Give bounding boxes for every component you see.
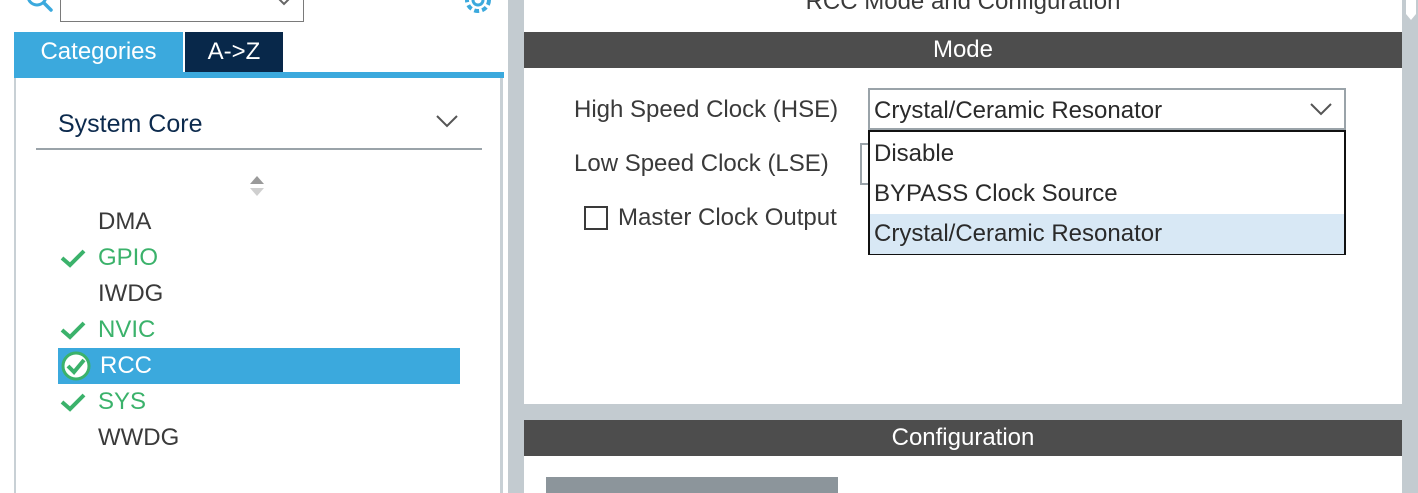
dropdown-option-crystal[interactable]: Crystal/Ceramic Resonator <box>870 214 1344 254</box>
hse-label: High Speed Clock (HSE) <box>574 96 839 123</box>
tree-item-label: GPIO <box>98 244 159 271</box>
search-icon[interactable] <box>24 0 54 14</box>
chevron-down-icon[interactable] <box>275 0 293 6</box>
tree-item-label: IWDG <box>98 280 164 307</box>
left-panel-border <box>14 78 16 493</box>
category-select[interactable]: System Core <box>36 104 482 150</box>
category-select-value: System Core <box>58 110 203 138</box>
hse-select-value: Crystal/Ceramic Resonator <box>874 97 1163 124</box>
dropdown-option-bypass[interactable]: BYPASS Clock Source <box>870 174 1344 214</box>
sort-icon[interactable] <box>248 174 266 198</box>
tree-item-gpio[interactable]: GPIO <box>58 240 460 276</box>
category-tabs: Categories A->Z <box>14 32 504 78</box>
left-panel: Categories A->Z System Core DMA GPIO IWD… <box>0 0 508 493</box>
page-title: RCC Mode and Configuration <box>805 0 1121 15</box>
tree-item-sys[interactable]: SYS <box>58 384 460 420</box>
check-icon <box>60 393 86 412</box>
tree-item-dma[interactable]: DMA <box>58 204 460 240</box>
master-clock-output-label: Master Clock Output <box>618 204 837 231</box>
tree-item-label: NVIC <box>98 316 156 343</box>
tree-item-wwdg[interactable]: WWDG <box>58 420 460 456</box>
hse-select[interactable]: Crystal/Ceramic Resonator <box>868 88 1346 130</box>
check-icon <box>60 249 86 268</box>
tree-item-label: DMA <box>98 208 152 235</box>
tab-categories[interactable]: Categories <box>14 32 183 72</box>
check-circle-icon <box>61 351 91 381</box>
chevron-down-icon <box>1310 103 1332 116</box>
tree-item-label: WWDG <box>98 424 180 451</box>
tree-item-nvic[interactable]: NVIC <box>58 312 460 348</box>
mode-section-header[interactable]: Mode <box>524 32 1402 68</box>
lse-label: Low Speed Clock (LSE) <box>574 150 829 177</box>
tab-a-z[interactable]: A->Z <box>185 32 283 72</box>
scroll-up-icon[interactable] <box>1404 0 1418 20</box>
dropdown-option-disable[interactable]: Disable <box>870 134 1344 174</box>
tab-underline <box>14 72 504 78</box>
tree-item-label: RCC <box>100 352 152 379</box>
tree-item-label: SYS <box>98 388 147 415</box>
configuration-tab[interactable] <box>546 477 838 493</box>
chevron-down-icon <box>436 115 458 128</box>
tree-item-iwdg[interactable]: IWDG <box>58 276 460 312</box>
configuration-section-header[interactable]: Configuration <box>524 420 1402 456</box>
panel-splitter[interactable] <box>508 0 524 493</box>
gear-icon[interactable] <box>460 0 496 18</box>
tree-item-rcc[interactable]: RCC <box>58 348 460 384</box>
check-icon <box>60 321 86 340</box>
master-clock-output-checkbox[interactable] <box>584 206 608 230</box>
left-panel-scrollbar[interactable] <box>500 78 503 493</box>
search-input[interactable] <box>60 0 304 22</box>
hse-dropdown-list: Disable BYPASS Clock Source Crystal/Cera… <box>868 130 1346 255</box>
section-gap <box>524 404 1402 420</box>
peripheral-tree: DMA GPIO IWDG NVIC RCC SYS WWDG <box>58 204 460 456</box>
right-scrollbar[interactable] <box>1402 0 1418 493</box>
